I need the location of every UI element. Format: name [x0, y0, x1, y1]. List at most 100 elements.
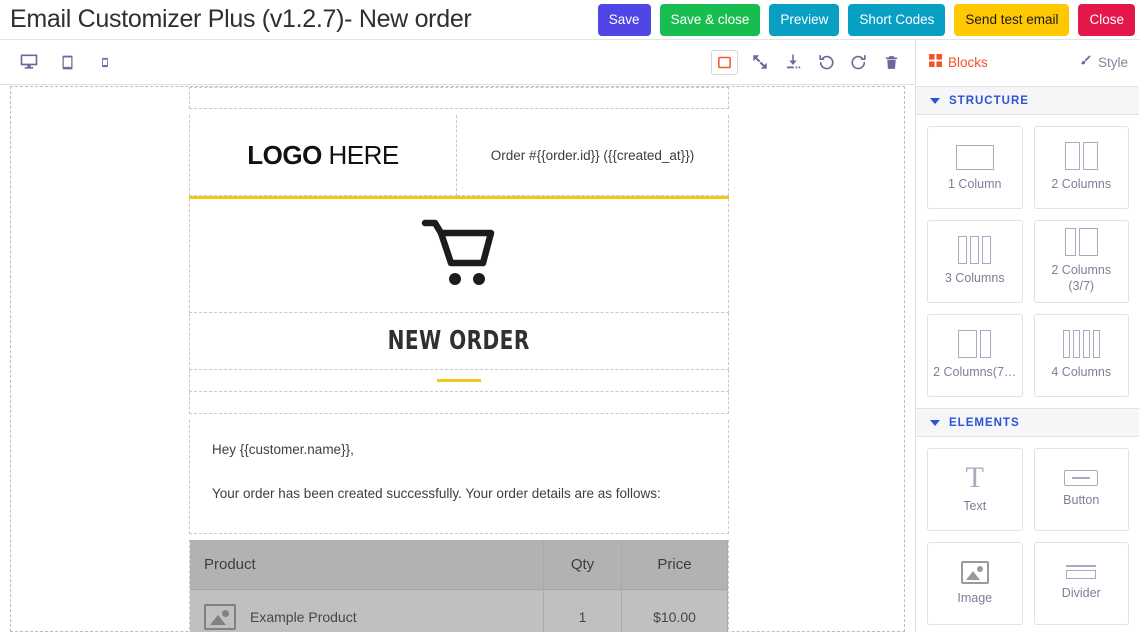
panel-tabs: Blocks Style — [915, 39, 1139, 85]
block-image[interactable]: Image — [927, 542, 1023, 625]
section-header-elements[interactable]: ELEMENTS — [916, 408, 1139, 437]
elements-blocks-grid: T Text Button Image Divider — [916, 437, 1139, 632]
tab-blocks-label: Blocks — [948, 54, 988, 70]
clear-canvas-icon[interactable] — [880, 51, 903, 74]
block-2-columns[interactable]: 2 Columns — [1033, 126, 1129, 209]
block-label: 2 Columns(7… — [933, 365, 1017, 380]
block-3-columns[interactable]: 3 Columns — [927, 220, 1023, 303]
chevron-down-icon — [930, 419, 940, 426]
image-icon — [960, 560, 989, 584]
send-test-email-button[interactable]: Send test email — [954, 3, 1070, 36]
shopping-cart-icon — [419, 215, 499, 296]
header-action-buttons: Save Save & close Preview Short Codes Se… — [597, 3, 1139, 36]
brush-icon — [1079, 54, 1092, 70]
email-canvas[interactable]: LOGO HERE Order #{{order.id}} ({{created… — [0, 86, 915, 632]
cart-icon-block[interactable] — [189, 199, 729, 313]
redo-icon[interactable] — [847, 51, 870, 74]
save-button[interactable]: Save — [597, 3, 651, 36]
block-label: 3 Columns — [944, 271, 1005, 286]
logo-order-row[interactable]: LOGO HERE Order #{{order.id}} ({{created… — [189, 115, 729, 196]
two-columns-73-icon — [958, 330, 992, 359]
order-meta-cell[interactable]: Order #{{order.id}} ({{created_at}}) — [457, 115, 729, 196]
toggle-borders-icon[interactable] — [711, 49, 738, 75]
page-title: Email Customizer Plus (v1.2.7)- New orde… — [10, 5, 472, 33]
section-title-elements: ELEMENTS — [949, 416, 1020, 429]
undo-icon[interactable] — [814, 51, 837, 74]
order-meta-text: Order #{{order.id}} ({{created_at}}) — [490, 147, 695, 163]
section-header-structure[interactable]: STRUCTURE — [916, 86, 1139, 115]
desktop-view-icon[interactable] — [18, 51, 40, 73]
block-divider[interactable]: Divider — [1033, 542, 1129, 625]
order-table: Product Qty Price Example Product 1 $10.… — [190, 539, 728, 632]
email-heading: NEW ORDER — [387, 326, 531, 356]
block-label: Text — [963, 499, 987, 514]
divider-icon — [1066, 565, 1097, 580]
heading-block[interactable]: NEW ORDER — [189, 313, 729, 370]
close-button[interactable]: Close — [1078, 3, 1135, 36]
email-spacer-row-2[interactable] — [189, 392, 729, 414]
column-header-product: Product — [190, 539, 544, 590]
tab-style[interactable]: Style — [1079, 54, 1128, 70]
two-columns-37-icon — [1064, 228, 1098, 257]
section-title-structure: STRUCTURE — [949, 94, 1029, 107]
accent-divider — [437, 379, 481, 382]
block-label: Divider — [1061, 586, 1101, 601]
block-1-column[interactable]: 1 Column — [927, 126, 1023, 209]
fullscreen-icon[interactable] — [748, 51, 771, 74]
cell-price: $10.00 — [621, 589, 728, 632]
block-label: Image — [957, 590, 993, 605]
column-header-qty: Qty — [543, 539, 622, 590]
text-icon: T — [965, 461, 984, 495]
cell-product: Example Product — [190, 589, 544, 632]
device-switcher — [18, 51, 116, 73]
logo-bold: LOGO — [247, 139, 322, 170]
block-4-columns[interactable]: 4 Columns — [1033, 314, 1129, 397]
product-image-icon — [204, 603, 236, 630]
product-name: Example Product — [250, 608, 357, 625]
editor-toolbar: Blocks Style — [0, 39, 1139, 85]
logo-cell[interactable]: LOGO HERE — [189, 115, 457, 196]
block-2-columns-7-3[interactable]: 2 Columns(7… — [927, 314, 1023, 397]
tab-blocks[interactable]: Blocks — [929, 54, 988, 70]
chevron-down-icon — [930, 97, 940, 104]
table-header-row: Product Qty Price — [190, 539, 728, 590]
canvas-frame[interactable]: LOGO HERE Order #{{order.id}} ({{created… — [10, 86, 905, 632]
mobile-view-icon[interactable] — [94, 51, 116, 73]
blocks-sidebar[interactable]: STRUCTURE 1 Column 2 Columns 3 Columns 2… — [915, 86, 1139, 632]
email-spacer-row[interactable] — [189, 87, 729, 109]
cell-qty: 1 — [543, 589, 622, 632]
four-columns-icon — [1062, 330, 1100, 359]
body-text-block[interactable]: Hey {{customer.name}}, Your order has be… — [189, 420, 729, 534]
block-button[interactable]: Button — [1033, 448, 1129, 531]
short-codes-button[interactable]: Short Codes — [848, 3, 946, 36]
column-header-price: Price — [621, 539, 728, 590]
tab-style-label: Style — [1097, 54, 1128, 70]
tablet-view-icon[interactable] — [56, 51, 78, 73]
block-text[interactable]: T Text — [927, 448, 1023, 531]
logo-text: LOGO HERE — [247, 140, 399, 171]
block-label: 2 Columns (3/7) — [1051, 263, 1112, 293]
block-label: 2 Columns — [1051, 177, 1112, 192]
app-header: Email Customizer Plus (v1.2.7)- New orde… — [0, 0, 1139, 40]
block-label: 1 Column — [948, 177, 1002, 192]
blocks-grid-icon — [929, 54, 942, 70]
logo-light: HERE — [321, 139, 400, 170]
table-row: Example Product 1 $10.00 — [190, 589, 728, 632]
canvas-tools — [711, 49, 915, 75]
one-column-icon — [955, 142, 994, 171]
preview-button[interactable]: Preview — [769, 3, 840, 36]
export-code-icon[interactable] — [781, 51, 804, 74]
block-label: Button — [1063, 493, 1100, 508]
divider-block[interactable] — [189, 370, 729, 392]
body-paragraph: Your order has been created successfully… — [212, 486, 661, 502]
order-table-block[interactable]: Product Qty Price Example Product 1 $10.… — [189, 539, 729, 632]
button-icon — [1064, 470, 1099, 487]
two-columns-icon — [1064, 142, 1098, 171]
email-template[interactable]: LOGO HERE Order #{{order.id}} ({{created… — [189, 87, 729, 632]
three-columns-icon — [958, 236, 992, 265]
greeting-text: Hey {{customer.name}}, — [212, 442, 354, 457]
save-and-close-button[interactable]: Save & close — [659, 3, 761, 36]
structure-blocks-grid: 1 Column 2 Columns 3 Columns 2 Columns (… — [916, 115, 1139, 408]
block-2-columns-3-7[interactable]: 2 Columns (3/7) — [1033, 220, 1129, 303]
block-label: 4 Columns — [1051, 365, 1112, 380]
